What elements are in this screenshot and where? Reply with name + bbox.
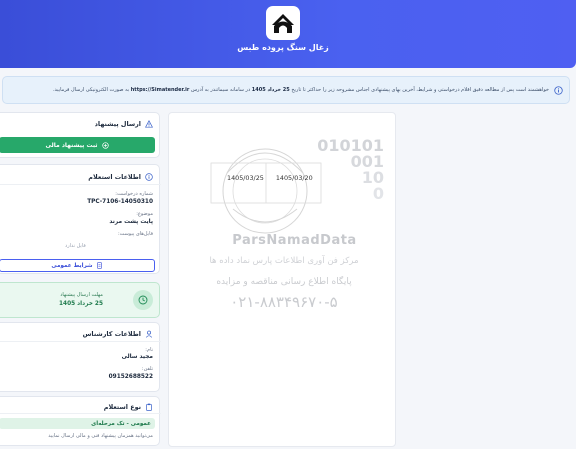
attachments-label: فایل‌های پیوست:	[117, 231, 153, 237]
deadline-card: مهلت ارسال پیشنهاد 25 خرداد 1405	[0, 282, 160, 318]
warning-icon	[145, 120, 153, 128]
notice-text: خواهشمند است پس از مطالعه دقیق اقلام درخ…	[52, 87, 549, 93]
user-icon	[145, 330, 153, 338]
expert-info-title: اطلاعات کارشناس	[82, 330, 141, 338]
inquiry-type-badge: عمومی - تک مرحله‌ای	[0, 418, 155, 429]
inquiry-type-title: نوع استعلام	[103, 403, 141, 411]
deadline-label: مهلت ارسال پیشنهاد	[60, 292, 103, 298]
watermark-line2: پایگاه اطلاع رسانی مناقصه و مزایده	[216, 277, 352, 287]
notice-banner: خواهشمند است پس از مطالعه دقیق اقلام درخ…	[2, 76, 570, 104]
request-number-label: شماره درخواست:	[115, 191, 153, 197]
clipboard-icon	[146, 403, 152, 411]
inquiry-type-desc: می‌توانید همزمان پیشنهاد فنی و مالی ارسا…	[48, 433, 153, 439]
general-terms-button[interactable]: شرایط عمومی	[0, 259, 155, 272]
document-panel: 010101 001 10 0 1405/03/25 1405/03/20 Pa…	[168, 112, 396, 447]
deadline-value: 25 خرداد 1405	[59, 301, 103, 307]
submit-offer-card: ارسال پیشنهاد ثبت پیشنهاد مالی	[0, 112, 160, 158]
notice-deadline: 25 خرداد 1405	[251, 87, 290, 93]
attachments-empty: فایل ندارد	[65, 243, 86, 249]
watermark-brand: ParsNamadData	[232, 233, 357, 248]
date-1: 1405/03/25	[227, 174, 264, 182]
plus-circle-icon	[101, 141, 109, 149]
info-icon	[145, 173, 153, 181]
app-header: زغال سنگ پروده طبس	[0, 0, 576, 68]
expert-phone-label: تلفن:	[141, 366, 153, 372]
expert-name: مجید سالی	[121, 354, 153, 360]
request-info-title: اطلاعات استعلام	[88, 173, 141, 181]
notice-url[interactable]: https://Simatender.ir	[131, 87, 190, 93]
request-info-card: اطلاعات استعلام شماره درخواست: TPC-7106-…	[0, 164, 161, 274]
date-table: 1405/03/25 1405/03/20	[227, 174, 313, 182]
expert-name-label: نام:	[145, 347, 153, 353]
inquiry-type-card: نوع استعلام عمومی - تک مرحله‌ای می‌توانی…	[0, 396, 161, 446]
subject-value: پایت پشت مرند	[109, 219, 153, 225]
mine-logo-icon	[272, 14, 294, 33]
info-icon	[554, 85, 563, 95]
submit-financial-offer-button[interactable]: ثبت پیشنهاد مالی	[0, 137, 155, 153]
watermark-phone: ۰۲۱-۸۸۳۴۹۶۷۰-۵	[230, 293, 338, 311]
company-logo	[266, 6, 300, 40]
submit-offer-title: ارسال پیشنهاد	[94, 120, 141, 128]
date-2: 1405/03/20	[275, 174, 313, 182]
clock-icon	[138, 295, 148, 305]
svg-text:0: 0	[373, 184, 384, 203]
document-icon	[96, 262, 102, 269]
expert-phone: 09152688522	[108, 374, 153, 380]
subject-label: موضوع:	[136, 211, 153, 217]
page-title: زغال سنگ پروده طبس	[237, 43, 329, 52]
request-number: TPC-7106-14050310	[87, 199, 153, 205]
watermark-line1: مرکز فن آوری اطلاعات پارس نماد داده ها	[209, 256, 359, 266]
clock-badge	[133, 290, 153, 310]
expert-info-card: اطلاعات کارشناس نام: مجید سالی تلفن: 091…	[0, 322, 161, 392]
